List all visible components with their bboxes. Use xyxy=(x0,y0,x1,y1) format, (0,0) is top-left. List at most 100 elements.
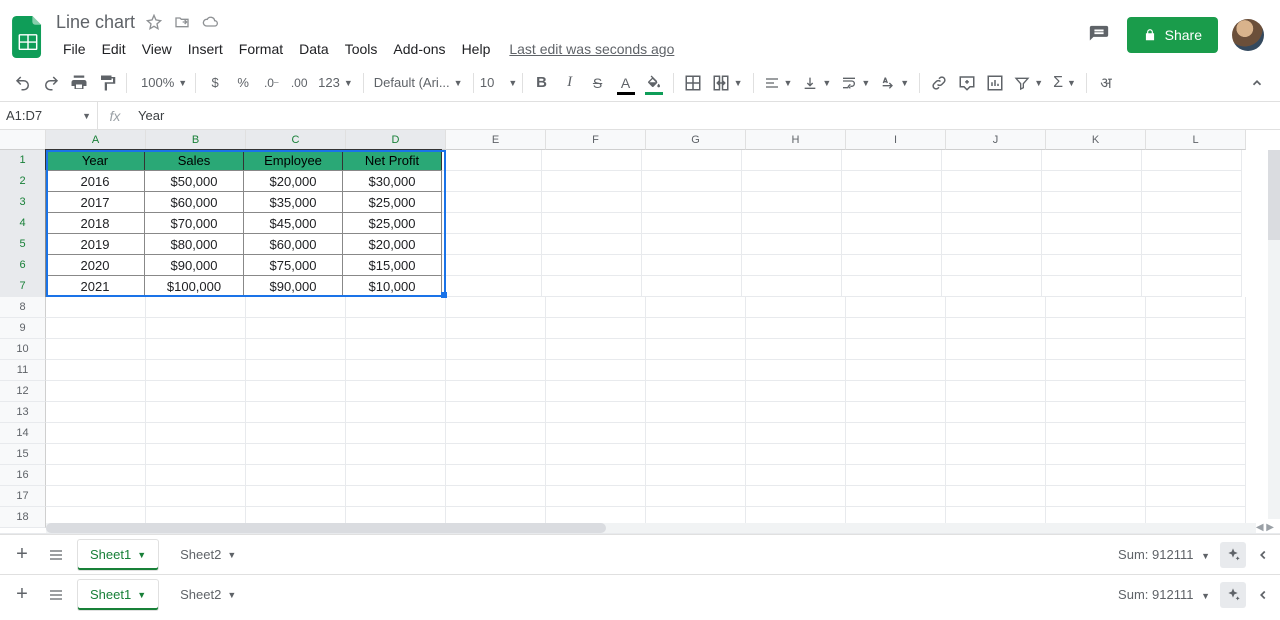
cell[interactable] xyxy=(446,402,546,423)
col-header[interactable]: A xyxy=(46,130,146,150)
col-header[interactable]: G xyxy=(646,130,746,150)
fill-color-button[interactable] xyxy=(641,69,667,97)
row-header[interactable]: 15 xyxy=(0,444,46,465)
explore-button[interactable] xyxy=(1220,542,1246,568)
cell[interactable] xyxy=(646,297,746,318)
cell[interactable] xyxy=(1042,276,1142,297)
menu-format[interactable]: Format xyxy=(232,37,290,61)
cell[interactable] xyxy=(346,339,446,360)
cell[interactable] xyxy=(1146,444,1246,465)
cell[interactable] xyxy=(746,360,846,381)
cell[interactable] xyxy=(746,339,846,360)
cell[interactable]: $20,000 xyxy=(243,170,343,192)
cell[interactable] xyxy=(746,444,846,465)
cell[interactable] xyxy=(1142,192,1242,213)
cell[interactable]: $60,000 xyxy=(243,233,343,255)
cell[interactable]: $25,000 xyxy=(342,191,442,213)
collapse-toolbar-button[interactable] xyxy=(1244,69,1270,97)
cell[interactable] xyxy=(1046,402,1146,423)
cell[interactable] xyxy=(46,381,146,402)
sheet-tab-1[interactable]: Sheet1▼ xyxy=(78,540,158,570)
menu-edit[interactable]: Edit xyxy=(95,37,133,61)
cell[interactable] xyxy=(742,150,842,171)
cell[interactable] xyxy=(646,381,746,402)
cell[interactable] xyxy=(1146,318,1246,339)
cell[interactable] xyxy=(646,360,746,381)
cell[interactable] xyxy=(246,486,346,507)
cell[interactable] xyxy=(546,339,646,360)
col-header[interactable]: B xyxy=(146,130,246,150)
cell[interactable] xyxy=(346,444,446,465)
text-rotation-button[interactable]: ▼ xyxy=(876,69,913,97)
cell[interactable] xyxy=(646,318,746,339)
cell[interactable] xyxy=(442,276,542,297)
cell[interactable] xyxy=(846,360,946,381)
move-icon[interactable] xyxy=(173,13,191,31)
row-header[interactable]: 3 xyxy=(0,192,46,213)
cell[interactable] xyxy=(742,255,842,276)
cell[interactable] xyxy=(346,360,446,381)
formula-input[interactable]: Year xyxy=(132,108,164,123)
cell[interactable] xyxy=(1146,423,1246,444)
horizontal-align-button[interactable]: ▼ xyxy=(760,69,797,97)
row-header[interactable]: 17 xyxy=(0,486,46,507)
increase-decimal-button[interactable]: .00 xyxy=(286,69,312,97)
cell[interactable]: $35,000 xyxy=(243,191,343,213)
cell[interactable] xyxy=(846,486,946,507)
cell[interactable] xyxy=(542,192,642,213)
horizontal-scrollbar[interactable] xyxy=(46,523,1256,533)
cell[interactable]: Year xyxy=(45,149,145,171)
cell[interactable] xyxy=(246,423,346,444)
cell[interactable] xyxy=(146,318,246,339)
font-family-select[interactable]: Default (Ari...▼ xyxy=(370,69,467,97)
cell[interactable]: 2019 xyxy=(45,233,145,255)
cell[interactable] xyxy=(646,486,746,507)
star-icon[interactable] xyxy=(145,13,163,31)
cell[interactable] xyxy=(446,423,546,444)
cell[interactable] xyxy=(1142,213,1242,234)
cell[interactable] xyxy=(1046,318,1146,339)
sheet-tab-2[interactable]: Sheet2▼ xyxy=(168,540,248,570)
row-header[interactable]: 14 xyxy=(0,423,46,444)
menu-file[interactable]: File xyxy=(56,37,93,61)
strikethrough-button[interactable]: S xyxy=(585,69,611,97)
cell[interactable] xyxy=(1046,423,1146,444)
cell[interactable] xyxy=(642,276,742,297)
cell[interactable] xyxy=(546,444,646,465)
cell[interactable] xyxy=(946,423,1046,444)
col-header[interactable]: H xyxy=(746,130,846,150)
add-sheet-button[interactable]: + xyxy=(10,583,34,607)
share-button[interactable]: Share xyxy=(1127,17,1218,53)
cell[interactable] xyxy=(346,381,446,402)
col-header[interactable]: I xyxy=(846,130,946,150)
cell[interactable] xyxy=(742,234,842,255)
cell[interactable] xyxy=(442,192,542,213)
col-header[interactable]: F xyxy=(546,130,646,150)
cell[interactable] xyxy=(46,339,146,360)
cell[interactable] xyxy=(642,171,742,192)
text-wrap-button[interactable]: ▼ xyxy=(837,69,874,97)
cell[interactable] xyxy=(1042,255,1142,276)
col-header[interactable]: D xyxy=(346,130,446,150)
cell[interactable] xyxy=(646,444,746,465)
format-currency-button[interactable]: $ xyxy=(202,69,228,97)
undo-button[interactable] xyxy=(10,69,36,97)
cell[interactable] xyxy=(46,444,146,465)
cell[interactable] xyxy=(446,297,546,318)
cell[interactable]: 2017 xyxy=(45,191,145,213)
merge-cells-button[interactable]: ▼ xyxy=(708,69,747,97)
cell[interactable] xyxy=(942,192,1042,213)
cell[interactable] xyxy=(846,339,946,360)
cell[interactable] xyxy=(846,381,946,402)
bold-button[interactable]: B xyxy=(529,69,555,97)
insert-link-button[interactable] xyxy=(926,69,952,97)
quicksum-dropdown[interactable]: Sum: 912111 ▼ xyxy=(1118,587,1210,602)
cell[interactable] xyxy=(1142,234,1242,255)
cell[interactable] xyxy=(46,486,146,507)
cell[interactable] xyxy=(642,192,742,213)
cell[interactable]: $100,000 xyxy=(144,275,244,297)
cell[interactable] xyxy=(1146,402,1246,423)
cell[interactable] xyxy=(546,297,646,318)
cell[interactable] xyxy=(46,297,146,318)
cell[interactable] xyxy=(542,150,642,171)
